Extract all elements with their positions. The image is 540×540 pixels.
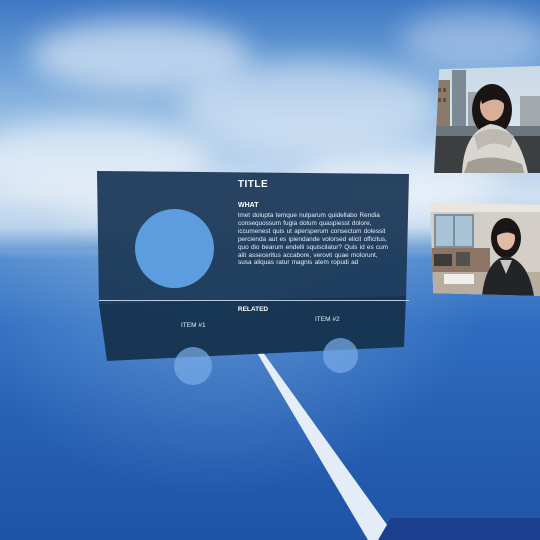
- info-panel: TITLE WHAT lmet dolupta temque nulparum …: [97, 171, 409, 361]
- what-description: lmet dolupta temque nulparum quidellabo …: [238, 212, 388, 267]
- related-item-1-button[interactable]: [174, 347, 212, 385]
- floor-block: [378, 518, 540, 540]
- woman-in-scarf-city-photo: [434, 66, 540, 173]
- what-heading: WHAT: [238, 202, 259, 209]
- related-heading: RELATED: [237, 306, 269, 313]
- related-item-2-button[interactable]: [323, 338, 358, 373]
- related-item-2-label[interactable]: ITEM #2: [315, 316, 340, 323]
- panel-title: TITLE: [237, 179, 269, 190]
- photo-woman-in-office[interactable]: [430, 202, 540, 296]
- cloud: [400, 10, 540, 70]
- image-placeholder-circle: [135, 209, 214, 288]
- panel-divider: [99, 300, 409, 301]
- vr-scene: TITLE WHAT lmet dolupta temque nulparum …: [0, 0, 540, 540]
- cloud: [180, 60, 440, 150]
- photo-woman-in-scarf[interactable]: [434, 66, 540, 173]
- related-item-1-label[interactable]: ITEM #1: [181, 322, 206, 329]
- woman-in-office-photo: [430, 202, 540, 296]
